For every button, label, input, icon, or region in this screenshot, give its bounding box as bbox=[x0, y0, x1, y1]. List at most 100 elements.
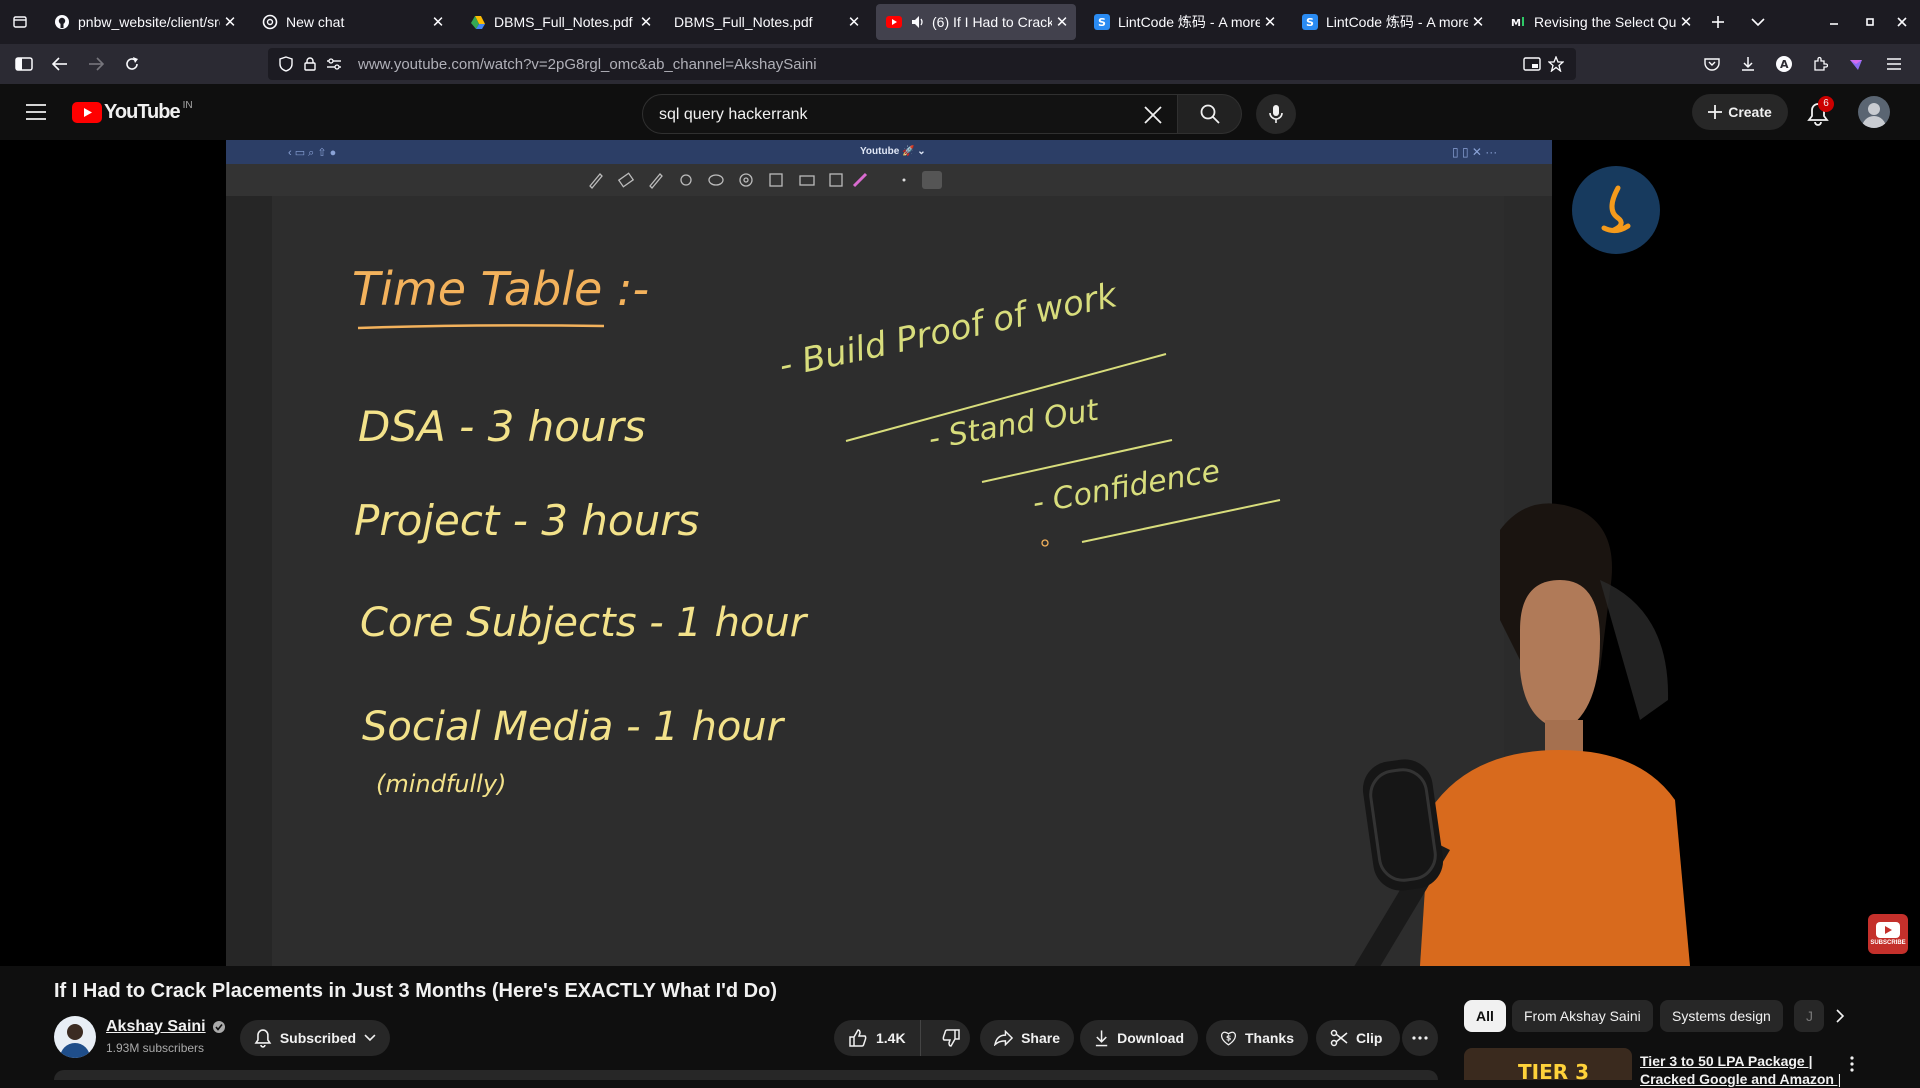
thumbs-down-icon bbox=[942, 1029, 960, 1047]
account-icon[interactable]: A bbox=[1772, 52, 1796, 76]
permissions-icon[interactable] bbox=[322, 52, 346, 76]
recommended-thumbnail[interactable]: TIER 3 bbox=[1464, 1048, 1632, 1080]
close-tab-icon[interactable]: ✕ bbox=[220, 13, 240, 31]
line-core-subjects: Core Subjects - 1 hour bbox=[360, 600, 807, 646]
search-button[interactable] bbox=[1178, 94, 1242, 134]
voice-search-button[interactable] bbox=[1256, 94, 1296, 134]
new-tab-icon[interactable] bbox=[1706, 10, 1730, 34]
extensions-icon[interactable] bbox=[1808, 52, 1832, 76]
browser-tab-active[interactable]: (6) If I Had to Crack ✕ bbox=[876, 4, 1076, 40]
close-tab-icon[interactable]: ✕ bbox=[1052, 13, 1072, 31]
subscribe-watermark[interactable]: SUBSCRIBE bbox=[1868, 914, 1908, 954]
forward-arrow-icon[interactable] bbox=[84, 52, 108, 76]
recommended-video[interactable]: Tier 3 to 50 LPA Package | Cracked Googl… bbox=[1640, 1052, 1840, 1088]
extension-colored-icon[interactable] bbox=[1844, 52, 1868, 76]
subscribed-button[interactable]: Subscribed bbox=[240, 1020, 390, 1056]
url-text[interactable]: www.youtube.com/watch?v=2pG8rgl_omc&ab_c… bbox=[358, 56, 817, 73]
chatgpt-icon bbox=[262, 14, 278, 30]
pocket-icon[interactable] bbox=[1700, 52, 1724, 76]
back-arrow-icon[interactable] bbox=[48, 52, 72, 76]
shield-icon[interactable] bbox=[274, 52, 298, 76]
line-social-media: Social Media - 1 hour bbox=[362, 704, 784, 750]
close-tab-icon[interactable]: ✕ bbox=[1468, 13, 1488, 31]
chevron-down-icon[interactable] bbox=[1746, 10, 1770, 34]
bookmark-star-icon[interactable] bbox=[1544, 52, 1568, 76]
chevron-down-icon bbox=[364, 1034, 376, 1042]
sidebar-toggle-icon[interactable] bbox=[12, 52, 36, 76]
thanks-label: Thanks bbox=[1244, 1030, 1294, 1046]
notes-left-margin bbox=[226, 196, 272, 966]
maximize-icon[interactable] bbox=[1858, 10, 1882, 34]
browser-tab[interactable]: M Revising the Select Que ✕ bbox=[1500, 4, 1700, 40]
verified-badge-icon bbox=[212, 1021, 225, 1033]
thanks-button[interactable]: $ Thanks bbox=[1206, 1020, 1308, 1056]
notes-toolbar bbox=[226, 164, 1552, 196]
svg-text:S: S bbox=[1098, 16, 1106, 29]
tab-title: LintCode 炼码 - A more bbox=[1118, 14, 1260, 30]
browser-nav-bar: www.youtube.com/watch?v=2pG8rgl_omc&ab_c… bbox=[0, 44, 1920, 84]
close-tab-icon[interactable]: ✕ bbox=[1260, 13, 1280, 31]
tab-list-icon[interactable] bbox=[8, 10, 32, 34]
browser-tab[interactable]: New chat ✕ bbox=[252, 4, 452, 40]
avatar[interactable] bbox=[1858, 96, 1890, 128]
browser-tab[interactable]: pnbw_website/client/src ✕ bbox=[44, 4, 244, 40]
notifications-button[interactable]: 6 bbox=[1802, 96, 1834, 130]
download-button[interactable]: Download bbox=[1080, 1020, 1198, 1056]
description-box[interactable] bbox=[54, 1070, 1438, 1080]
youtube-logo-text: YouTube bbox=[104, 101, 181, 123]
notes-window-title: Youtube 🚀 ⌄ bbox=[860, 146, 926, 157]
lock-icon[interactable] bbox=[298, 52, 322, 76]
close-tab-icon[interactable]: ✕ bbox=[428, 13, 448, 31]
chip-all[interactable]: All bbox=[1464, 1000, 1506, 1032]
search-input[interactable]: sql query hackerrank bbox=[659, 106, 808, 124]
clear-search-icon[interactable] bbox=[1139, 101, 1167, 129]
speaker-icon[interactable] bbox=[910, 14, 926, 30]
browser-tab-bar: pnbw_website/client/src ✕ New chat ✕ DBM… bbox=[0, 0, 1920, 44]
channel-watermark-logo[interactable] bbox=[1572, 166, 1660, 254]
heading-underline bbox=[357, 324, 605, 330]
clip-button[interactable]: Clip bbox=[1316, 1020, 1400, 1056]
line-mindfully: (mindfully) bbox=[376, 770, 507, 798]
like-button[interactable]: 1.4K bbox=[834, 1020, 921, 1056]
chevron-right-icon[interactable] bbox=[1828, 1004, 1852, 1028]
url-bar[interactable]: www.youtube.com/watch?v=2pG8rgl_omc&ab_c… bbox=[268, 48, 1576, 80]
region-code: IN bbox=[182, 100, 193, 111]
like-count: 1.4K bbox=[876, 1030, 906, 1046]
youtube-logo[interactable]: YouTube IN bbox=[72, 100, 193, 124]
chip-truncated[interactable]: J bbox=[1794, 1000, 1824, 1032]
browser-tab[interactable]: S LintCode 炼码 - A more ✕ bbox=[1292, 4, 1492, 40]
more-horizontal-icon bbox=[1412, 1036, 1428, 1040]
close-tab-icon[interactable]: ✕ bbox=[844, 13, 864, 31]
browser-tab[interactable]: DBMS_Full_Notes.pdf - ✕ bbox=[460, 4, 660, 40]
tab-title: DBMS_Full_Notes.pdf - bbox=[494, 14, 636, 30]
downloads-icon[interactable] bbox=[1736, 52, 1760, 76]
plus-icon bbox=[1708, 105, 1723, 119]
subscriber-count: 1.93M subscribers bbox=[106, 1041, 205, 1055]
dislike-button[interactable] bbox=[929, 1020, 973, 1056]
picture-in-picture-icon[interactable] bbox=[1520, 52, 1544, 76]
create-button[interactable]: Create bbox=[1692, 94, 1788, 130]
search-box[interactable]: sql query hackerrank bbox=[642, 94, 1178, 134]
guide-menu-icon[interactable] bbox=[24, 100, 48, 124]
close-tab-icon[interactable]: ✕ bbox=[1676, 13, 1696, 31]
share-button[interactable]: Share bbox=[980, 1020, 1074, 1056]
browser-tab[interactable]: S LintCode 炼码 - A more ✕ bbox=[1084, 4, 1284, 40]
reload-icon[interactable] bbox=[120, 52, 144, 76]
close-window-icon[interactable] bbox=[1890, 10, 1914, 34]
browser-tab[interactable]: DBMS_Full_Notes.pdf ✕ bbox=[668, 4, 868, 40]
close-tab-icon[interactable]: ✕ bbox=[636, 13, 656, 31]
channel-name[interactable]: Akshay Saini bbox=[106, 1018, 206, 1036]
tab-title: (6) If I Had to Crack bbox=[932, 14, 1052, 30]
svg-text:M: M bbox=[1511, 18, 1521, 29]
more-vertical-icon[interactable] bbox=[1840, 1052, 1864, 1076]
line-project: Project - 3 hours bbox=[354, 496, 700, 545]
more-actions-button[interactable] bbox=[1402, 1020, 1438, 1056]
youtube-header: YouTube IN sql query hackerrank Create 6 bbox=[0, 84, 1920, 140]
minimize-icon[interactable] bbox=[1822, 10, 1846, 34]
tab-title: Revising the Select Que bbox=[1534, 14, 1676, 30]
menu-hamburger-icon[interactable] bbox=[1882, 52, 1906, 76]
chip-systems-design[interactable]: Systems design bbox=[1660, 1000, 1783, 1032]
video-player[interactable]: ‹ ▭ ⌕ ⇧ ● Youtube 🚀 ⌄ ▯ ▯ ✕ ··· Time Tab… bbox=[0, 140, 1920, 966]
channel-avatar[interactable] bbox=[54, 1016, 96, 1058]
chip-from-channel[interactable]: From Akshay Saini bbox=[1512, 1000, 1653, 1032]
